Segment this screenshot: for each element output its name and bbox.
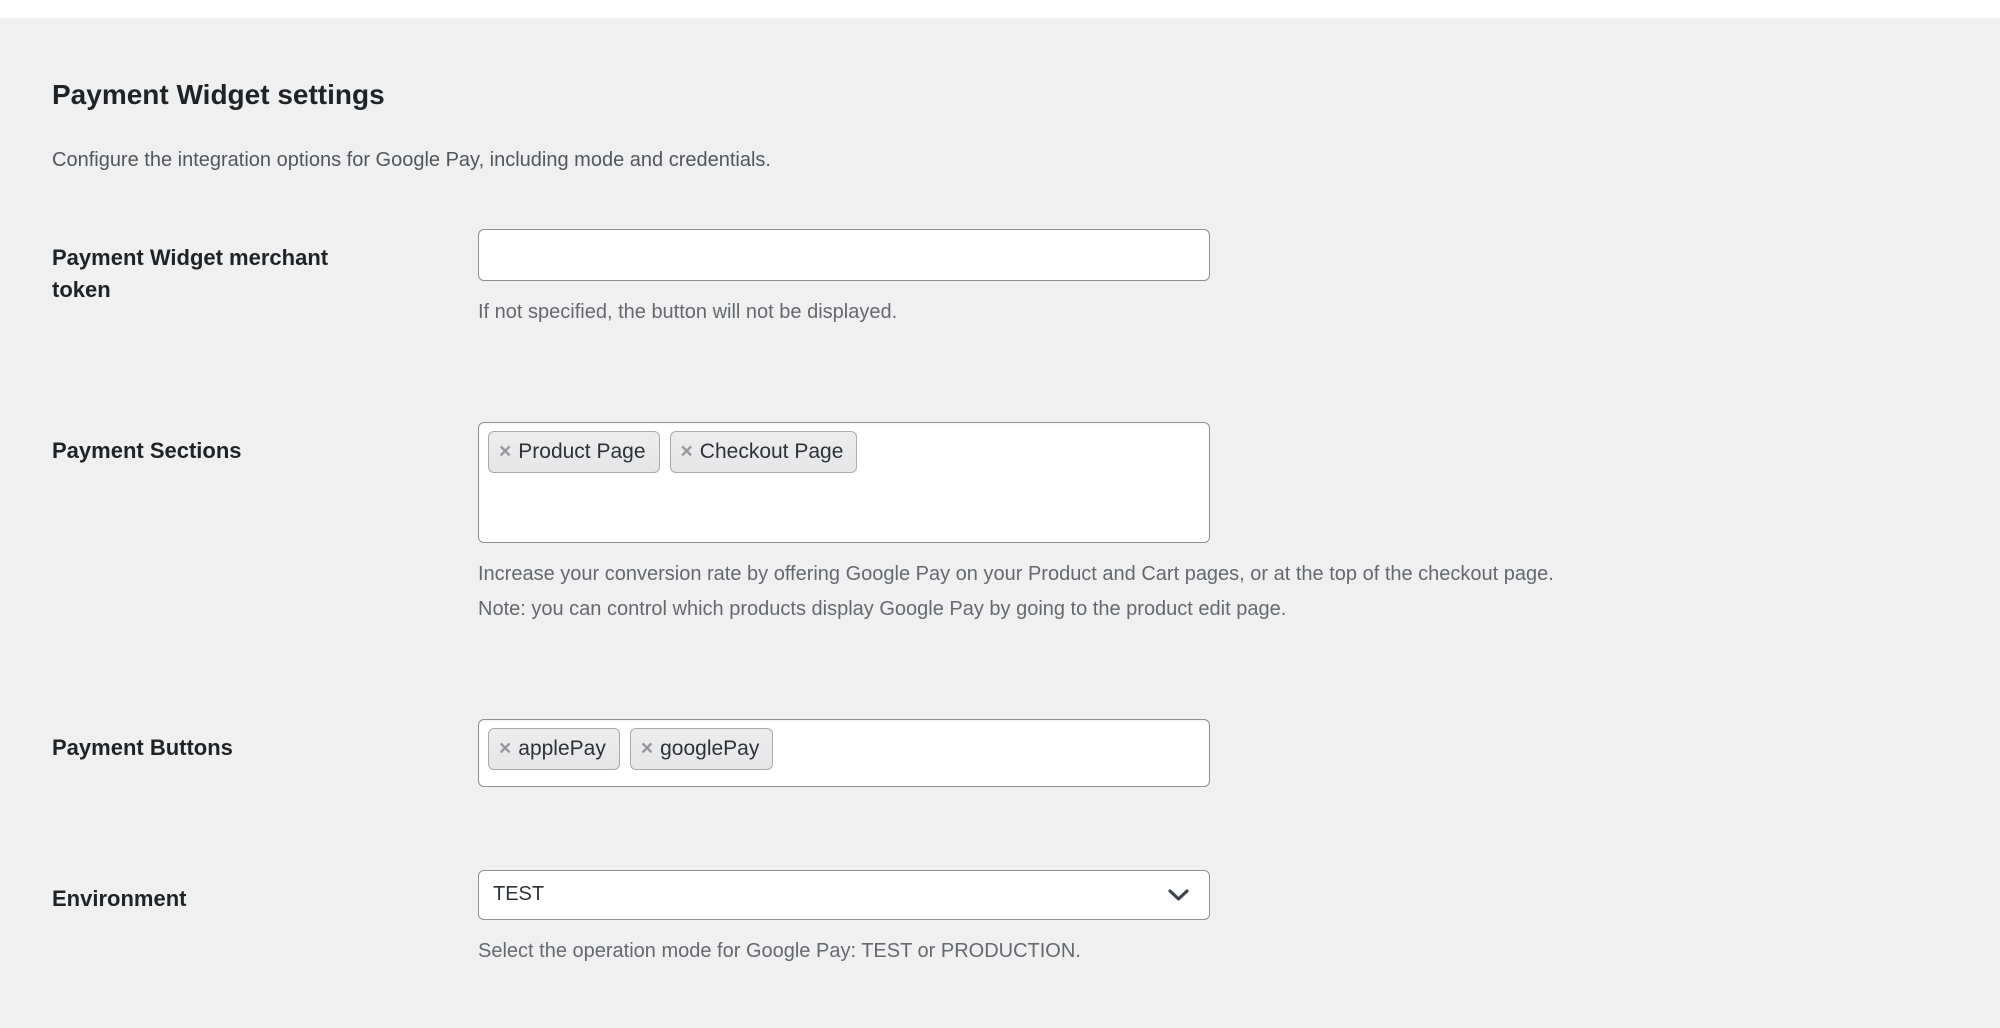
environment-select-value: TEST [493, 883, 544, 906]
payment-sections-field: × Product Page × Checkout Page Increase … [478, 422, 1905, 627]
payment-buttons-label-text: Payment Buttons [52, 732, 382, 764]
help-line: Select the operation mode for Google Pay… [478, 934, 1905, 969]
settings-form: Payment Widget merchant token If not spe… [52, 229, 1905, 969]
remove-tag-icon[interactable]: × [681, 441, 693, 462]
selected-tag-googlepay: × googlePay [630, 728, 774, 770]
selected-tag-applepay: × applePay [488, 728, 620, 770]
tag-label: Product Page [518, 440, 645, 464]
remove-tag-icon[interactable]: × [499, 738, 511, 759]
payment-sections-label-text: Payment Sections [52, 435, 382, 467]
tag-label: googlePay [660, 737, 759, 761]
environment-help: Select the operation mode for Google Pay… [478, 934, 1905, 969]
chevron-down-icon [1167, 888, 1190, 902]
help-line: Increase your conversion rate by offerin… [478, 557, 1905, 592]
row-payment-sections: Payment Sections × Product Page × Checko… [52, 422, 1905, 627]
merchant-token-input[interactable] [478, 229, 1210, 281]
merchant-token-label-text: Payment Widget merchant token [52, 242, 382, 306]
settings-content: Payment Widget settings Configure the in… [0, 18, 2000, 969]
payment-sections-label: Payment Sections [52, 422, 478, 467]
help-line: If not specified, the button will not be… [478, 295, 1905, 330]
environment-label: Environment [52, 870, 478, 915]
tag-label: Checkout Page [700, 440, 844, 464]
remove-tag-icon[interactable]: × [499, 441, 511, 462]
remove-tag-icon[interactable]: × [641, 738, 653, 759]
tag-label: applePay [518, 737, 606, 761]
environment-label-text: Environment [52, 883, 382, 915]
row-merchant-token: Payment Widget merchant token If not spe… [52, 229, 1905, 330]
row-environment: Environment TEST Select the operation mo… [52, 870, 1905, 969]
page-title: Payment Widget settings [52, 80, 1905, 111]
payment-buttons-field: × applePay × googlePay [478, 719, 1905, 787]
settings-page: Payment Widget settings Configure the in… [0, 0, 2000, 1028]
environment-field: TEST Select the operation mode for Googl… [478, 870, 1905, 969]
selected-tag-checkout-page: × Checkout Page [670, 431, 858, 473]
merchant-token-field: If not specified, the button will not be… [478, 229, 1905, 330]
row-payment-buttons: Payment Buttons × applePay × googlePay [52, 719, 1905, 787]
help-line: Note: you can control which products dis… [478, 592, 1905, 627]
environment-select[interactable]: TEST [478, 870, 1210, 920]
payment-sections-multiselect[interactable]: × Product Page × Checkout Page [478, 422, 1210, 543]
payment-sections-help: Increase your conversion rate by offerin… [478, 557, 1905, 627]
top-bar [0, 0, 2000, 18]
payment-buttons-multiselect[interactable]: × applePay × googlePay [478, 719, 1210, 787]
section-description: Configure the integration options for Go… [52, 147, 1905, 173]
payment-buttons-label: Payment Buttons [52, 719, 478, 764]
selected-tag-product-page: × Product Page [488, 431, 660, 473]
merchant-token-label: Payment Widget merchant token [52, 229, 478, 306]
merchant-token-help: If not specified, the button will not be… [478, 295, 1905, 330]
